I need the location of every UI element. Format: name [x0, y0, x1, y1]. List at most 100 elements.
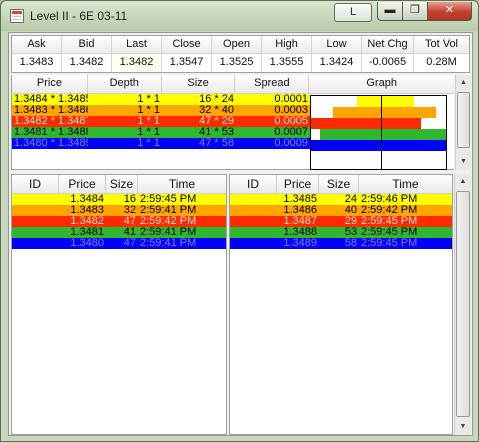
- level2-row[interactable]: 1.3480 * 1.3489 1 * 1 47 * 58 0.0009: [12, 138, 310, 149]
- bid-price-cell: 1.3481: [70, 227, 104, 238]
- bid-price-cell: 1.3480: [70, 238, 104, 249]
- close-icon[interactable]: ✕: [427, 2, 472, 21]
- bid-header-id[interactable]: ID: [12, 175, 59, 194]
- ask-depth-bar: [381, 129, 446, 140]
- minimize-icon[interactable]: ▬: [377, 2, 403, 21]
- quote-header-tot-vol[interactable]: Tot Vol: [414, 36, 469, 54]
- level2-row[interactable]: 1.3481 * 1.3488 1 * 1 41 * 53 0.0007: [12, 127, 310, 138]
- ask-row[interactable]: 1.3487 29 2:59:45 PM: [230, 216, 452, 227]
- ask-header-id[interactable]: ID: [230, 175, 277, 194]
- quote-header-row: Ask Bid Last Close Open High Low Net Chg…: [12, 36, 469, 54]
- quote-close-value: 1.3547: [162, 54, 212, 72]
- bid-row[interactable]: 1.3481 41 2:59:41 PM: [12, 227, 226, 238]
- level2-header-size[interactable]: Size: [161, 75, 236, 94]
- bid-row[interactable]: 1.3480 47 2:59:41 PM: [12, 238, 226, 249]
- quote-header-net-chg[interactable]: Net Chg: [362, 36, 414, 54]
- level2-size-cell: 47 * 58: [199, 138, 234, 149]
- level2-spread-cell: 0.0009: [274, 138, 308, 149]
- level2-row[interactable]: 1.3484 * 1.3485 1 * 1 16 * 24 0.0001: [12, 94, 310, 105]
- level2-depth-cell: 1 * 1: [137, 94, 160, 105]
- bid-time-cell: 2:59:42 PM: [140, 216, 197, 227]
- quote-open-value: 1.3525: [212, 54, 262, 72]
- bid-depth-bar: [311, 140, 381, 151]
- scroll-down-icon[interactable]: ▼: [456, 154, 471, 170]
- level2-price-cell: 1.3482 * 1.3487: [14, 116, 88, 127]
- level2-header-price[interactable]: Price: [12, 75, 88, 94]
- ask-row[interactable]: 1.3489 58 2:59:45 PM: [230, 238, 452, 249]
- quote-header-last[interactable]: Last: [112, 36, 162, 54]
- ask-header-row: ID Price Size Time: [230, 175, 452, 194]
- bid-rows: 1.3484 16 2:59:45 PM 1.3483 32 2:59:41 PM 1.34…: [12, 194, 226, 249]
- ask-id-cell: [230, 216, 277, 227]
- level2-spread-cell: 0.0003: [274, 105, 308, 116]
- bid-depth-bar: [333, 107, 381, 118]
- level2-header-graph[interactable]: Graph: [309, 75, 454, 94]
- bid-depth-bar: [320, 129, 381, 140]
- quote-bid-value: 1.3482: [62, 54, 112, 72]
- ask-row[interactable]: 1.3486 40 2:59:42 PM: [230, 205, 452, 216]
- depth-graph: [310, 95, 447, 170]
- ask-row[interactable]: 1.3488 53 2:59:45 PM: [230, 227, 452, 238]
- level2-spread-cell: 0.0007: [274, 127, 308, 138]
- bid-id-cell: [12, 216, 59, 227]
- level2-depth-cell: 1 * 1: [137, 105, 160, 116]
- level2-header-depth[interactable]: Depth: [87, 75, 162, 94]
- ask-price-cell: 1.3487: [283, 216, 317, 227]
- level2-depth-cell: 1 * 1: [137, 127, 160, 138]
- level2-row[interactable]: 1.3482 * 1.3487 1 * 1 47 * 29 0.0005: [12, 116, 310, 127]
- bid-header-time[interactable]: Time: [138, 175, 226, 194]
- bid-time-cell: 2:59:41 PM: [140, 238, 197, 249]
- bid-time-cell: 2:59:41 PM: [140, 205, 197, 216]
- bid-depth-bar: [311, 118, 381, 129]
- l-button[interactable]: L: [334, 3, 372, 22]
- scrollbar-thumb[interactable]: [456, 191, 470, 417]
- bid-header-size[interactable]: Size: [106, 175, 138, 194]
- scroll-up-icon[interactable]: ▲: [456, 75, 471, 91]
- level2-header-spread[interactable]: Spread: [235, 75, 310, 94]
- ask-size-cell: 24: [344, 194, 357, 205]
- quote-last-value: 1.3482: [112, 54, 162, 72]
- bid-size-cell: 41: [123, 227, 136, 238]
- level2-depth-cell: 1 * 1: [137, 116, 160, 127]
- bid-time-cell: 2:59:41 PM: [140, 227, 197, 238]
- ask-id-cell: [230, 238, 277, 249]
- ask-header-size[interactable]: Size: [319, 175, 359, 194]
- scroll-down-icon[interactable]: ▼: [455, 419, 471, 435]
- scrollbar-thumb[interactable]: [457, 92, 470, 148]
- level2-size-cell: 47 * 29: [199, 116, 234, 127]
- ask-size-cell: 29: [344, 216, 357, 227]
- ask-depth-bar: [381, 96, 414, 107]
- quote-header-open[interactable]: Open: [212, 36, 262, 54]
- quote-header-close[interactable]: Close: [162, 36, 212, 54]
- level2-scrollbar[interactable]: ▲ ▼: [455, 75, 471, 170]
- quote-header-ask[interactable]: Ask: [12, 36, 62, 54]
- ask-price-cell: 1.3488: [283, 227, 317, 238]
- bid-header-price[interactable]: Price: [59, 175, 106, 194]
- ask-header-time[interactable]: Time: [359, 175, 452, 194]
- bid-size-cell: 32: [123, 205, 136, 216]
- ask-rows: 1.3485 24 2:59:46 PM 1.3486 40 2:59:42 PM 1.34…: [230, 194, 452, 249]
- scroll-up-icon[interactable]: ▲: [455, 174, 471, 190]
- level2-depth-cell: 1 * 1: [137, 138, 160, 149]
- bid-row[interactable]: 1.3483 32 2:59:41 PM: [12, 205, 226, 216]
- ask-id-cell: [230, 205, 277, 216]
- bid-row[interactable]: 1.3484 16 2:59:45 PM: [12, 194, 226, 205]
- bid-row[interactable]: 1.3482 47 2:59:42 PM: [12, 216, 226, 227]
- ask-id-cell: [230, 227, 277, 238]
- title-bar[interactable]: Level II - 6E 03-11 L ▬ ❐ ✕: [1, 1, 478, 31]
- ask-scrollbar[interactable]: ▲ ▼: [454, 174, 471, 435]
- level2-size-cell: 41 * 53: [199, 127, 234, 138]
- quote-header-high[interactable]: High: [262, 36, 312, 54]
- ask-header-price[interactable]: Price: [277, 175, 319, 194]
- level2-header-row: Price Depth Size Spread Graph: [12, 75, 454, 94]
- quote-low-value: 1.3424: [312, 54, 362, 72]
- level2-row[interactable]: 1.3483 * 1.3486 1 * 1 32 * 40 0.0003: [12, 105, 310, 116]
- quote-ask-value: 1.3483: [12, 54, 62, 72]
- ask-time-cell: 2:59:45 PM: [361, 216, 418, 227]
- ask-time-cell: 2:59:45 PM: [361, 227, 418, 238]
- maximize-icon[interactable]: ❐: [402, 2, 428, 21]
- level2-size-cell: 32 * 40: [199, 105, 234, 116]
- quote-header-low[interactable]: Low: [312, 36, 362, 54]
- quote-header-bid[interactable]: Bid: [62, 36, 112, 54]
- ask-row[interactable]: 1.3485 24 2:59:46 PM: [230, 194, 452, 205]
